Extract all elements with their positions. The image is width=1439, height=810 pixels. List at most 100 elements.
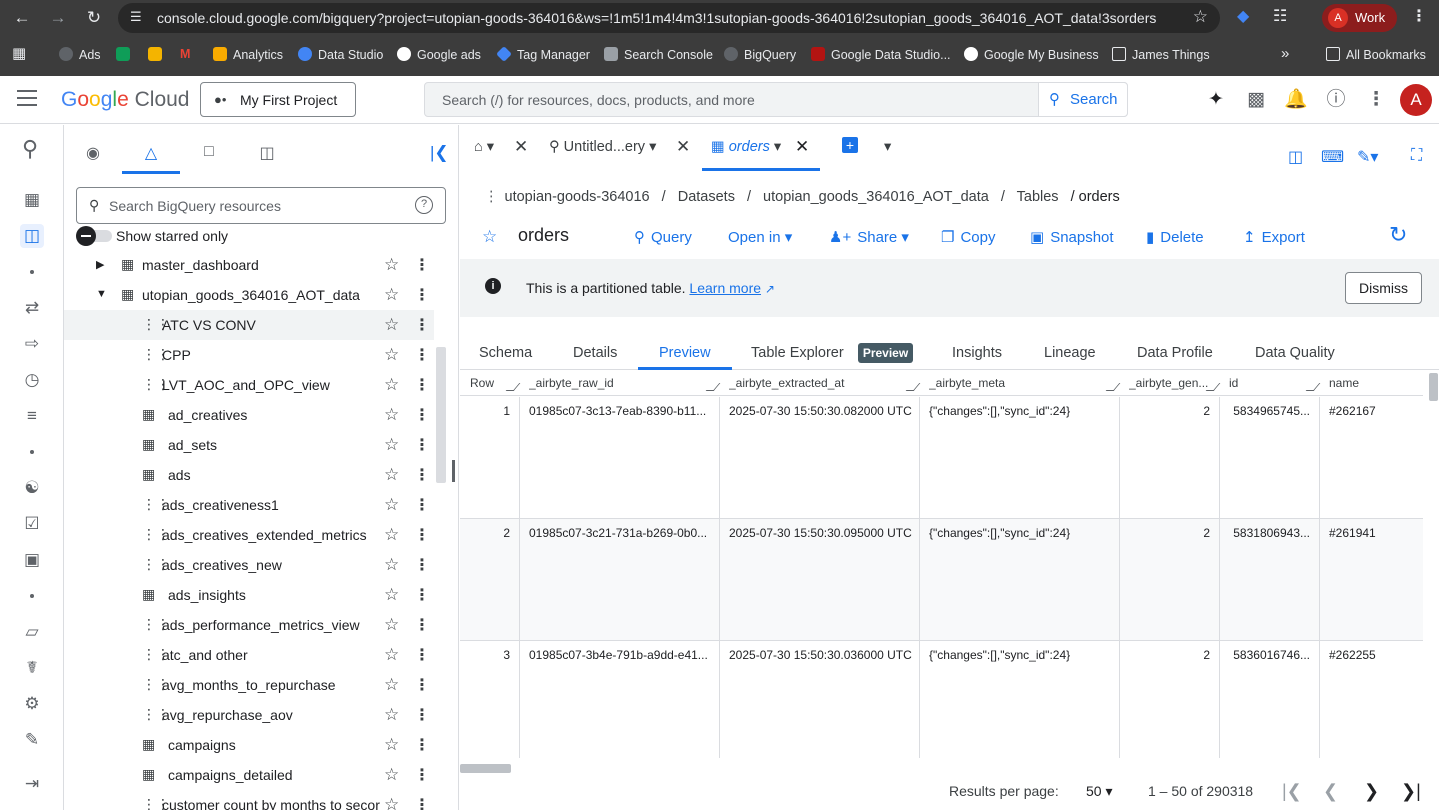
star-icon[interactable]: ☆ bbox=[384, 465, 399, 485]
refresh-icon[interactable]: ↻ bbox=[1389, 222, 1407, 248]
star-icon[interactable]: ☆ bbox=[384, 285, 399, 305]
more-actions-icon[interactable]: ⋮ bbox=[414, 795, 430, 810]
bookmark-james-things[interactable]: James Things bbox=[1112, 47, 1210, 62]
tree-view-avg-repurchase-aov[interactable]: ⋮⋮ avg_repurchase_aov ☆ ⋮ bbox=[64, 700, 434, 730]
bigquery-logo-icon[interactable]: ⚲ bbox=[18, 137, 42, 161]
breadcrumb-dataset[interactable]: utopian_goods_364016_AOT_data bbox=[763, 189, 989, 205]
bookmark-star-icon[interactable]: ☆ bbox=[1193, 7, 1208, 27]
user-avatar[interactable]: A bbox=[1400, 84, 1432, 116]
tree-view-atc-vs-conv[interactable]: ⋮⋮ ATC VS CONV ☆ ⋮ bbox=[64, 310, 434, 340]
col-header-name[interactable]: name bbox=[1329, 371, 1419, 396]
breadcrumb-datasets[interactable]: Datasets bbox=[678, 189, 735, 205]
more-actions-icon[interactable]: ⋮ bbox=[414, 525, 430, 545]
bookmark-analytics[interactable]: Analytics bbox=[213, 47, 283, 62]
all-bookmarks[interactable]: All Bookmarks bbox=[1326, 47, 1426, 62]
bookmark-bigquery[interactable]: BigQuery bbox=[724, 47, 796, 62]
star-icon[interactable]: ☆ bbox=[384, 435, 399, 455]
tree-table-campaigns-detailed[interactable]: ▦ campaigns_detailed ☆ ⋮ bbox=[64, 760, 434, 790]
forward-icon[interactable]: → bbox=[45, 6, 71, 30]
more-actions-icon[interactable]: ⋮ bbox=[414, 465, 430, 485]
snapshot-button[interactable]: ▣ Snapshot bbox=[1030, 228, 1114, 246]
extension-tag-icon[interactable]: ◆ bbox=[1237, 6, 1249, 26]
star-icon[interactable]: ☆ bbox=[384, 495, 399, 515]
explorer-scrollbar[interactable] bbox=[436, 347, 446, 483]
bookmark-ads[interactable]: Ads bbox=[59, 47, 101, 62]
star-icon[interactable]: ☆ bbox=[384, 255, 399, 275]
notifications-bell-icon[interactable]: 🔔 bbox=[1284, 88, 1308, 112]
extensions-puzzle-icon[interactable]: ☷ bbox=[1273, 6, 1287, 26]
files-folder-icon[interactable]: □ bbox=[197, 143, 221, 167]
close-query-tab-icon[interactable]: ✕ bbox=[676, 137, 690, 161]
tab-details[interactable]: Details bbox=[573, 345, 617, 361]
star-icon[interactable]: ☆ bbox=[384, 675, 399, 695]
bookmark-data-studio[interactable]: Data Studio bbox=[298, 47, 383, 62]
tree-view-lvt[interactable]: ⋮⋮ LVT_AOC_and_OPC_view ☆ ⋮ bbox=[64, 370, 434, 400]
star-icon[interactable]: ☆ bbox=[384, 585, 399, 605]
expand-rail-icon[interactable]: ⇥ bbox=[20, 772, 44, 796]
capacity-icon[interactable]: ▣ bbox=[20, 548, 44, 572]
bookmark-data-studio-2[interactable]: Google Data Studio... bbox=[811, 47, 951, 62]
tab-schema[interactable]: Schema bbox=[479, 345, 532, 361]
bookmark-google-ads[interactable]: Google ads bbox=[397, 47, 481, 62]
next-page-icon[interactable]: ❯ bbox=[1364, 781, 1379, 802]
more-actions-icon[interactable]: ⋮ bbox=[414, 345, 430, 365]
tree-view-ads-creatives-new[interactable]: ⋮⋮ ads_creatives_new ☆ ⋮ bbox=[64, 550, 434, 580]
star-icon[interactable]: ☆ bbox=[384, 765, 399, 785]
resource-search-input[interactable] bbox=[109, 188, 409, 223]
star-icon[interactable]: ☆ bbox=[384, 345, 399, 365]
omnibox[interactable]: ☰ console.cloud.google.com/bigquery?proj… bbox=[118, 3, 1220, 33]
starred-only-toggle[interactable] bbox=[76, 226, 112, 246]
star-icon[interactable]: ☆ bbox=[384, 615, 399, 635]
studio-icon[interactable]: ◫ bbox=[20, 224, 44, 248]
overview-icon[interactable]: ▦ bbox=[20, 188, 44, 212]
share-button[interactable]: ♟+ Share ▾ bbox=[829, 228, 909, 246]
bookmark-sheets[interactable] bbox=[116, 47, 136, 62]
tree-table-ad-sets[interactable]: ▦ ad_sets ☆ ⋮ bbox=[64, 430, 434, 460]
tree-table-campaigns[interactable]: ▦ campaigns ☆ ⋮ bbox=[64, 730, 434, 760]
star-icon[interactable]: ☆ bbox=[384, 375, 399, 395]
profile-chip[interactable]: A Work bbox=[1322, 4, 1397, 32]
more-actions-icon[interactable]: ⋮ bbox=[414, 435, 430, 455]
help-icon[interactable]: ? bbox=[415, 196, 433, 214]
more-actions-icon[interactable]: ⋮ bbox=[414, 585, 430, 605]
more-actions-icon[interactable]: ⋮ bbox=[414, 285, 430, 305]
fullscreen-icon[interactable]: ⛶ bbox=[1411, 147, 1422, 165]
collapse-caret-icon[interactable]: ▼ bbox=[96, 288, 107, 300]
google-cloud-logo[interactable]: Google Cloud bbox=[61, 88, 189, 112]
tab-lineage[interactable]: Lineage bbox=[1044, 345, 1096, 361]
breadcrumb-project[interactable]: utopian-goods-364016 bbox=[505, 189, 650, 205]
more-actions-icon[interactable]: ⋮ bbox=[414, 645, 430, 665]
analytics-hub-icon[interactable]: ☯ bbox=[20, 476, 44, 500]
table-row[interactable]: 1 01985c07-3c13-7eab-8390-b11... 2025-07… bbox=[460, 397, 1423, 519]
expand-caret-icon[interactable]: ▶ bbox=[96, 258, 104, 271]
dismiss-button[interactable]: Dismiss bbox=[1345, 272, 1422, 304]
col-header-raw-id[interactable]: _airbyte_raw_id bbox=[529, 371, 709, 396]
new-query-plus-icon[interactable]: + bbox=[842, 137, 858, 153]
tab-untitled-query[interactable]: ⚲ Untitled...ery ▾ bbox=[549, 139, 656, 163]
tree-view-customer-count[interactable]: ⋮⋮ customer count by months to secor ☆ ⋮ bbox=[64, 790, 434, 810]
table-row[interactable]: 3 01985c07-3b4e-791b-a9dd-e41... 2025-07… bbox=[460, 641, 1423, 758]
col-header-meta[interactable]: _airbyte_meta bbox=[929, 371, 1109, 396]
classic-explorer-icon[interactable]: △ bbox=[139, 143, 163, 167]
console-search-input[interactable] bbox=[425, 83, 1039, 116]
bookmark-tag-manager[interactable]: Tag Manager bbox=[496, 46, 590, 62]
bookmark-my-business[interactable]: Google My Business bbox=[964, 47, 1099, 62]
bookmark-slides[interactable] bbox=[148, 47, 168, 62]
star-icon[interactable]: ☆ bbox=[384, 315, 399, 335]
tab-data-profile[interactable]: Data Profile bbox=[1137, 345, 1213, 361]
star-icon[interactable]: ☆ bbox=[384, 795, 399, 810]
more-actions-icon[interactable]: ⋮ bbox=[414, 735, 430, 755]
scheduled-queries-icon[interactable]: ◷ bbox=[20, 368, 44, 392]
col-header-gen[interactable]: _airbyte_gen... bbox=[1129, 371, 1219, 396]
more-bookmarks-icon[interactable]: » bbox=[1281, 45, 1289, 62]
star-icon[interactable]: ☆ bbox=[384, 735, 399, 755]
migration-icon[interactable]: ☤ bbox=[20, 656, 44, 680]
first-page-icon[interactable]: |❮ bbox=[1282, 781, 1302, 802]
menu-icon[interactable] bbox=[17, 90, 37, 108]
tree-table-ads-insights[interactable]: ▦ ads_insights ☆ ⋮ bbox=[64, 580, 434, 610]
copy-button[interactable]: ❐ Copy bbox=[941, 228, 995, 246]
bookmark-search-console[interactable]: Search Console bbox=[604, 47, 713, 62]
tree-view-atc-and-other[interactable]: ⋮⋮ atc_and other ☆ ⋮ bbox=[64, 640, 434, 670]
release-notes-icon[interactable]: ✎ bbox=[20, 728, 44, 752]
keyboard-icon[interactable]: ⌨ bbox=[1321, 147, 1344, 167]
